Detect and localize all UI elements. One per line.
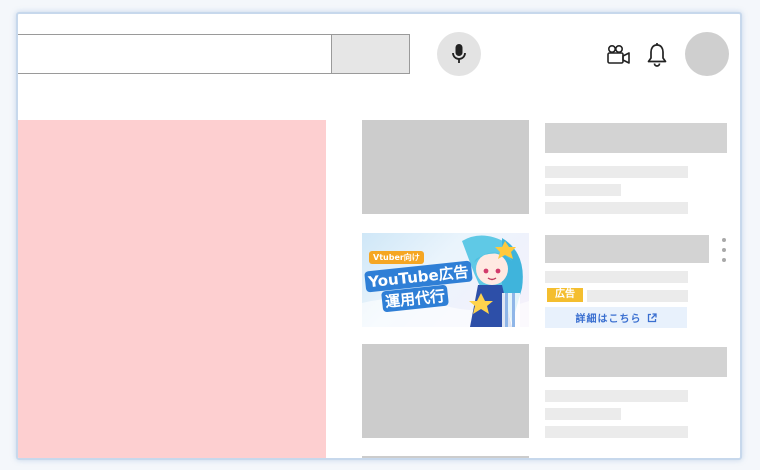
metadata-placeholder — [545, 202, 688, 214]
ad-thumbnail[interactable]: Vtuber向け YouTube広告 運用代行 — [362, 233, 529, 327]
metadata-placeholder — [545, 184, 621, 196]
ad-badge: 広告 — [547, 288, 583, 302]
metadata-placeholder — [545, 426, 688, 438]
microphone-icon — [452, 44, 466, 63]
video-player[interactable] — [18, 120, 326, 458]
video-thumbnail[interactable] — [362, 344, 529, 438]
metadata-placeholder — [545, 408, 621, 420]
ad-learn-more-label: 詳細はこちら — [575, 314, 642, 325]
video-thumbnail[interactable] — [362, 456, 529, 458]
avatar[interactable] — [685, 32, 729, 76]
video-title-placeholder[interactable] — [545, 123, 727, 153]
bell-icon[interactable] — [646, 42, 668, 68]
search-button[interactable] — [332, 34, 410, 74]
video-title-placeholder[interactable] — [545, 459, 727, 460]
search-input[interactable] — [18, 34, 332, 74]
channel-name-placeholder — [545, 390, 688, 402]
ad-learn-more-button[interactable]: 詳細はこちら — [545, 307, 687, 328]
video-thumbnail[interactable] — [362, 120, 529, 214]
voice-search-button[interactable] — [437, 32, 481, 76]
ad-title-placeholder[interactable] — [545, 235, 709, 263]
video-camera-plus-icon[interactable] — [606, 44, 632, 66]
ad-tag-label: Vtuber向け — [369, 251, 424, 264]
ad-advertiser-placeholder — [587, 290, 688, 302]
external-link-icon — [647, 312, 657, 322]
video-title-placeholder[interactable] — [545, 347, 727, 377]
more-options-icon[interactable] — [721, 238, 727, 266]
ad-description-placeholder — [545, 271, 688, 283]
channel-name-placeholder — [545, 166, 688, 178]
browser-window: Vtuber向け YouTube広告 運用代行 広告 詳細はこちら — [16, 12, 742, 460]
